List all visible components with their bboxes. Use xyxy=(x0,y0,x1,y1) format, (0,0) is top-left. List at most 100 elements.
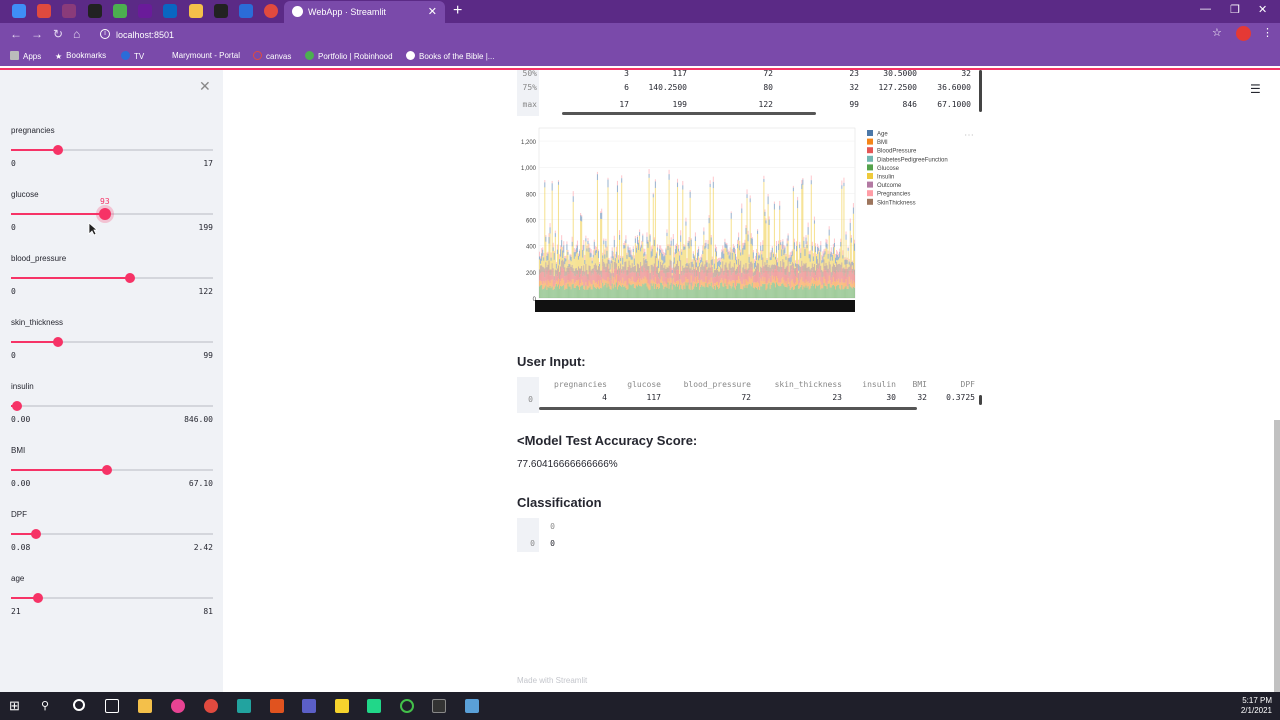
slider-insulin[interactable]: insulin 0.00 846.00 xyxy=(11,382,213,424)
search-icon[interactable]: ⚲ xyxy=(41,699,55,713)
slider-pregnancies[interactable]: pregnancies 0 17 xyxy=(11,126,213,168)
vertical-scrollbar[interactable] xyxy=(979,70,982,112)
bookmark-robinhood[interactable]: Portfolio | Robinhood xyxy=(305,51,393,61)
home-icon[interactable]: ⌂ xyxy=(73,27,80,41)
chart-bar-segment xyxy=(622,277,624,285)
slider-thumb[interactable] xyxy=(33,593,43,603)
bookmark-apps[interactable]: Apps xyxy=(10,51,41,61)
file-explorer-icon[interactable] xyxy=(138,699,152,713)
slider-thumb[interactable] xyxy=(125,273,135,283)
notepad-icon[interactable] xyxy=(465,699,479,713)
horizontal-scrollbar[interactable] xyxy=(539,407,917,410)
chart-bar-segment xyxy=(813,216,815,221)
app-icon[interactable] xyxy=(237,699,251,713)
describe-table[interactable]: 50% 3 117 72 23 30.5000 32 75% 6 140.2500 80 32 127.… xyxy=(517,70,983,116)
chart-bar-segment xyxy=(641,286,643,298)
restore-icon[interactable]: ❐ xyxy=(1230,3,1240,16)
terminal-icon[interactable] xyxy=(432,699,446,713)
vertical-scrollbar[interactable] xyxy=(979,395,982,405)
slider-thumb[interactable] xyxy=(53,145,63,155)
slider-thumb[interactable] xyxy=(102,465,112,475)
profile-avatar[interactable] xyxy=(1236,26,1251,41)
slider-thumb[interactable] xyxy=(99,208,111,220)
chart-bar-segment xyxy=(607,283,609,298)
made-with-streamlit-footer[interactable]: Made with Streamlit xyxy=(517,676,587,685)
reload-icon[interactable]: ↻ xyxy=(53,27,63,41)
chart-bar-segment xyxy=(559,284,561,289)
chart-bar-segment xyxy=(797,284,799,298)
slider-track[interactable] xyxy=(11,405,213,407)
area-chart[interactable]: 1,2001,0008006004002000AgeBMIBloodPressu… xyxy=(517,126,983,316)
tab-favicon[interactable] xyxy=(163,4,177,18)
taskbar-clock[interactable]: 5:17 PM 2/1/2021 xyxy=(1241,696,1272,716)
chart-bar-segment xyxy=(656,247,659,251)
hamburger-menu-icon[interactable]: ☰ xyxy=(1250,82,1261,96)
slider-blood-pressure[interactable]: blood_pressure 0 122 xyxy=(11,254,213,296)
minimize-icon[interactable]: — xyxy=(1200,3,1211,15)
chart-bar-segment xyxy=(751,269,753,277)
tab-favicon[interactable] xyxy=(113,4,127,18)
tab-favicon[interactable] xyxy=(264,4,278,18)
slider-thumb[interactable] xyxy=(31,529,41,539)
chart-bar-segment xyxy=(610,280,612,287)
slider-skin-thickness[interactable]: skin_thickness 0 99 xyxy=(11,318,213,360)
tab-favicon[interactable] xyxy=(88,4,102,18)
tab-active[interactable]: WebApp · Streamlit ✕ xyxy=(284,1,445,23)
tab-favicon[interactable] xyxy=(138,4,152,18)
chart-bar-segment xyxy=(808,289,810,298)
tab-favicon[interactable] xyxy=(62,4,76,18)
slider-track[interactable] xyxy=(11,533,213,535)
itunes-icon[interactable] xyxy=(171,699,185,713)
info-icon[interactable]: i xyxy=(100,29,110,39)
bookmark-books-of-bible[interactable]: Books of the Bible |... xyxy=(406,51,494,61)
chart-bar-segment xyxy=(663,267,665,274)
cortana-icon[interactable] xyxy=(73,699,85,711)
sticky-notes-icon[interactable] xyxy=(335,699,349,713)
windows-start-icon[interactable]: ⊞ xyxy=(9,698,23,713)
teams-icon[interactable] xyxy=(302,699,316,713)
tab-favicon[interactable] xyxy=(214,4,228,18)
user-input-table[interactable]: pregnancies glucose blood_pressure skin_thi… xyxy=(517,377,983,413)
close-window-icon[interactable]: ✕ xyxy=(1258,3,1267,16)
slider-thumb[interactable] xyxy=(12,401,22,411)
tab-favicon[interactable] xyxy=(37,4,51,18)
chart-bar-segment xyxy=(744,239,746,243)
slider-thumb[interactable] xyxy=(53,337,63,347)
new-tab-icon[interactable]: + xyxy=(453,2,462,20)
bookmark-tv[interactable]: TV xyxy=(121,51,144,61)
forward-icon[interactable]: → xyxy=(31,27,43,41)
chrome-icon[interactable] xyxy=(204,699,218,713)
bookmark-star-icon[interactable]: ☆ xyxy=(1212,26,1222,39)
back-icon[interactable]: ← xyxy=(10,27,22,41)
chart-bar-segment xyxy=(569,255,571,260)
tab-favicon[interactable] xyxy=(189,4,203,18)
horizontal-scrollbar[interactable] xyxy=(562,112,816,115)
bookmark-canvas[interactable]: canvas xyxy=(253,51,291,61)
slider-max: 846.00 xyxy=(184,415,213,424)
bookmark-marymount[interactable]: Marymount - Portal xyxy=(172,51,240,60)
slider-bmi[interactable]: BMI 0.00 67.10 xyxy=(11,446,213,488)
slider-glucose[interactable]: glucose 93 0 199 xyxy=(11,190,213,232)
chart-bar-segment xyxy=(649,285,651,290)
chart-bar-segment xyxy=(694,267,696,278)
chart-bar-segment xyxy=(783,268,785,280)
close-sidebar-icon[interactable]: ✕ xyxy=(199,78,211,95)
browser-menu-icon[interactable]: ⋮ xyxy=(1262,26,1273,39)
chart-bar-segment xyxy=(770,250,772,253)
bookmark-bookmarks[interactable]: ★ Bookmarks xyxy=(55,51,106,61)
task-view-icon[interactable] xyxy=(105,699,119,713)
tab-favicon[interactable] xyxy=(239,4,253,18)
circle-app-icon[interactable] xyxy=(400,699,414,713)
pycharm-icon[interactable] xyxy=(367,699,381,713)
slider-dpf[interactable]: DPF 0.08 2.42 xyxy=(11,510,213,552)
slider-age[interactable]: age 21 81 xyxy=(11,574,213,616)
url-field[interactable]: i localhost:8501 xyxy=(96,26,1234,43)
classification-table[interactable]: 0 0 0 xyxy=(517,518,559,552)
tab-favicon[interactable] xyxy=(12,4,26,18)
chart-menu-icon[interactable]: ⋯ xyxy=(964,130,974,141)
office-icon[interactable] xyxy=(270,699,284,713)
chart-bar-segment xyxy=(631,284,633,298)
page-scrollbar[interactable] xyxy=(1274,420,1280,692)
chart-bar-segment xyxy=(693,282,695,287)
close-tab-icon[interactable]: ✕ xyxy=(428,5,437,18)
